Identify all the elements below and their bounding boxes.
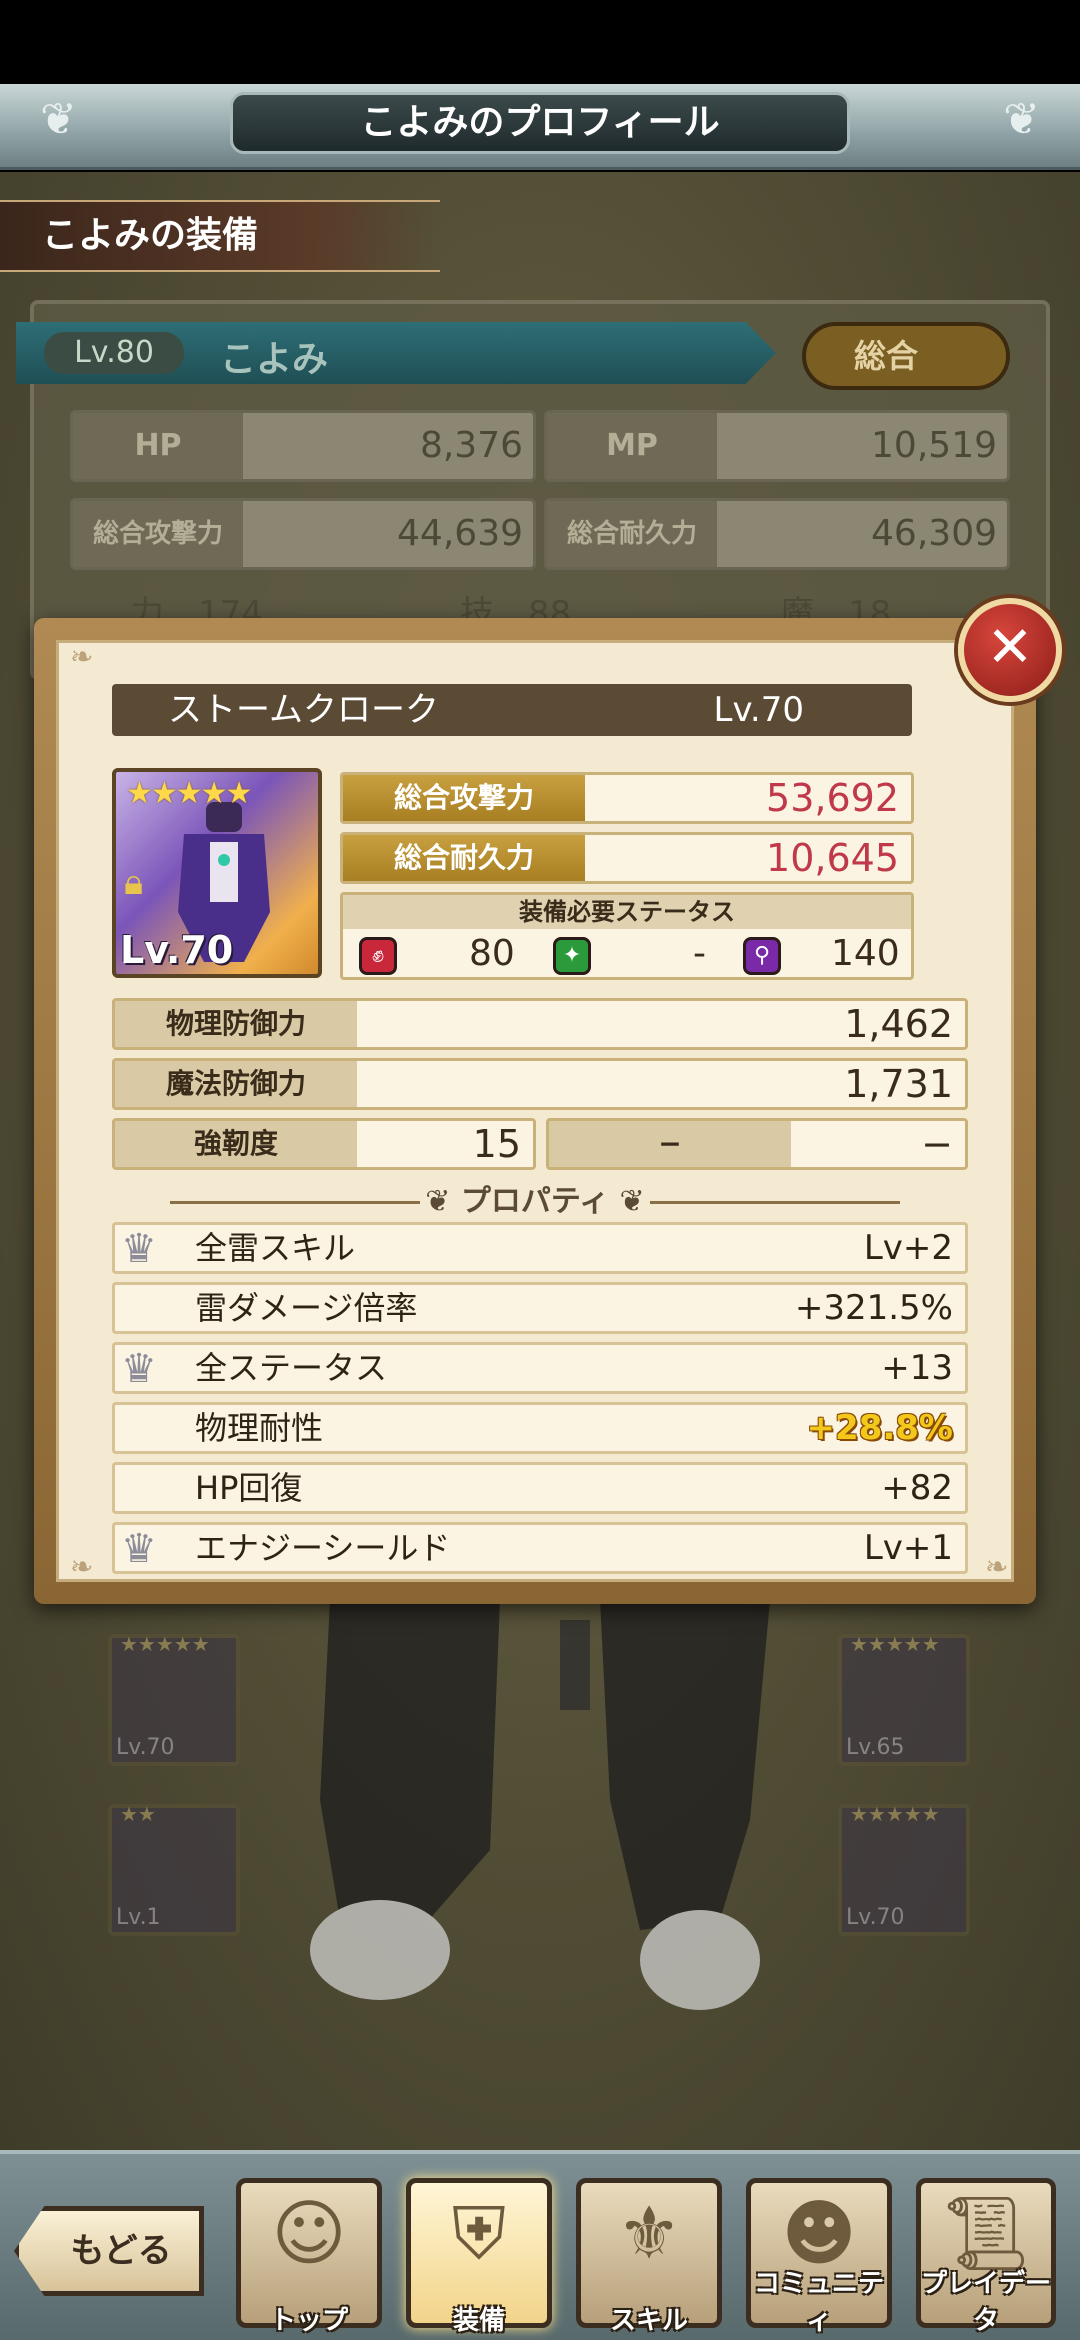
corner-ornament-icon: ❧ xyxy=(70,1550,94,1583)
section-title: こよみの装備 xyxy=(0,200,440,272)
fist-icon: ✊︎ xyxy=(359,937,397,975)
equip-slot-pants[interactable]: ★★★★★ Lv.65 xyxy=(838,1632,970,1766)
corner-ornament-icon: ❧ xyxy=(70,640,94,673)
properties-title: ❦ プロパティ ❦ xyxy=(425,1184,645,1219)
close-button[interactable]: ✕ xyxy=(958,598,1062,702)
required-technique: - xyxy=(693,933,706,974)
item-detail-dialog xyxy=(34,618,1036,1604)
item-level: Lv.70 xyxy=(713,690,805,730)
nav-play-data[interactable]: 📜︎ プレイデータ xyxy=(916,2178,1056,2336)
face-icon: ☺ xyxy=(271,2191,347,2275)
toughness: 強靭度 15 xyxy=(112,1118,536,1170)
empty-stat: − − xyxy=(546,1118,968,1170)
required-stats-title: 装備必要ステータス xyxy=(343,895,911,929)
armor-icon: ⛨ xyxy=(451,2191,506,2275)
item-name: ストームクローク xyxy=(168,690,439,730)
property-row: ♛ エナジーシールド Lv+1 xyxy=(112,1522,968,1574)
status-bar xyxy=(0,0,1080,84)
property-row: ♛ 全ステータス +13 xyxy=(112,1342,968,1394)
equip-slot-ring[interactable]: ★★★★★ Lv.70 xyxy=(108,1632,240,1766)
property-row: 物理耐性 +28.8% xyxy=(112,1402,968,1454)
properties-divider: ❦ プロパティ ❦ xyxy=(170,1184,900,1220)
close-icon: ✕ xyxy=(986,615,1034,680)
equip-slot-amulet[interactable]: ★★ Lv.1 xyxy=(108,1802,240,1936)
ornament-left-icon: ❦ xyxy=(40,94,77,145)
item-name-bar: ストームクローク Lv.70 xyxy=(112,684,912,736)
required-magic: 140 xyxy=(831,933,900,974)
nav-skill[interactable]: ⚜ スキル xyxy=(576,2178,722,2336)
stat-hp: HP 8,376 xyxy=(70,410,536,482)
rarity-stars: ★★★★★ xyxy=(126,776,252,811)
page-title: こよみのプロフィール xyxy=(230,92,850,154)
crown-icon: ♛ xyxy=(121,1526,157,1572)
item-icon-level: Lv.70 xyxy=(120,928,234,972)
stat-total-attack: 総合攻撃力 44,639 xyxy=(70,498,536,570)
skill-icon: ⚜ xyxy=(616,2191,682,2275)
required-power: 80 xyxy=(469,933,515,974)
stat-total-durability: 総合耐久力 46,309 xyxy=(544,498,1010,570)
nav-equipment[interactable]: ⛨ 装備 xyxy=(406,2178,552,2336)
nav-community[interactable]: ☻ コミュニティ xyxy=(746,2178,892,2336)
stat-mp: MP 10,519 xyxy=(544,410,1010,482)
lock-icon: 🔒︎ xyxy=(124,862,144,903)
equip-slot-boots[interactable]: ★★★★★ Lv.70 xyxy=(838,1802,970,1936)
back-button[interactable]: もどる xyxy=(14,2206,204,2296)
item-total-attack: 総合攻撃力 53,692 xyxy=(340,772,914,824)
ornament-right-icon: ❦ xyxy=(1003,94,1040,145)
character-figure xyxy=(310,1600,770,2010)
sparkle-icon: ✦ xyxy=(553,937,591,975)
crown-icon: ♛ xyxy=(121,1346,157,1392)
profile-name: こよみ xyxy=(220,339,329,380)
magic-defense: 魔法防御力 1,731 xyxy=(112,1058,968,1110)
property-row: ♛ 全雷スキル Lv+2 xyxy=(112,1222,968,1274)
physical-defense: 物理防御力 1,462 xyxy=(112,998,968,1050)
property-row: HP回復 +82 xyxy=(112,1462,968,1514)
property-row: 雷ダメージ倍率 +321.5% xyxy=(112,1282,968,1334)
magic-wand-icon: ⚲ xyxy=(743,937,781,975)
required-stats: 装備必要ステータス ✊︎ 80 ✦ - ⚲ 140 xyxy=(340,892,914,980)
profile-level: Lv.80 xyxy=(44,332,184,374)
total-toggle-button[interactable]: 総合 xyxy=(802,322,1010,390)
title-bar: ❦ ❦ こよみのプロフィール xyxy=(0,84,1080,170)
item-total-durability: 総合耐久力 10,645 xyxy=(340,832,914,884)
crown-icon: ♛ xyxy=(121,1226,157,1272)
item-icon[interactable]: ★★★★★ 🔒︎ Lv.70 xyxy=(112,768,322,978)
corner-ornament-icon: ❧ xyxy=(985,1550,1009,1583)
nav-top[interactable]: ☺ トップ xyxy=(236,2178,382,2336)
